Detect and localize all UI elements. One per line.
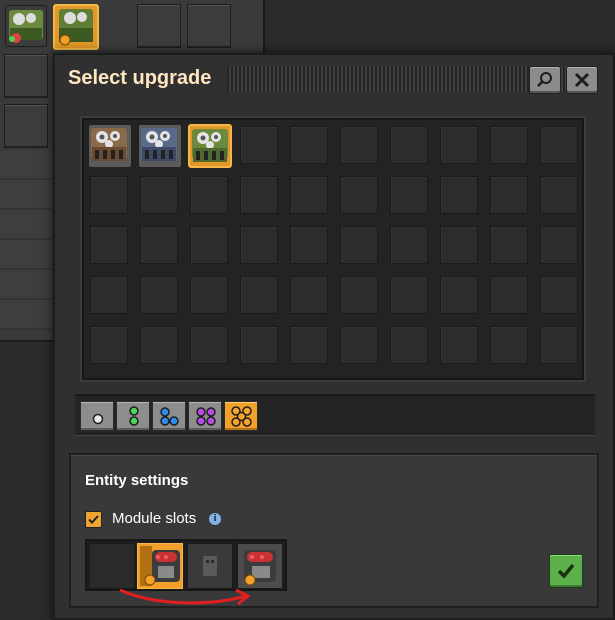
background-slot-selected[interactable] bbox=[53, 4, 99, 50]
quality-uncommon-button[interactable] bbox=[116, 401, 150, 431]
module-slots-label: Module slots bbox=[112, 510, 197, 527]
grid-slot[interactable] bbox=[90, 226, 128, 264]
grid-slot[interactable] bbox=[290, 226, 328, 264]
quality-legendary-button[interactable] bbox=[224, 401, 258, 431]
quality-legendary-icon bbox=[231, 406, 252, 427]
grid-slot[interactable] bbox=[340, 276, 378, 314]
grid-slot[interactable] bbox=[440, 176, 478, 214]
grid-slot[interactable] bbox=[490, 276, 528, 314]
grid-slot[interactable] bbox=[340, 326, 378, 364]
checkmark-icon bbox=[557, 563, 575, 579]
quality-uncommon-icon bbox=[129, 406, 139, 426]
grid-slot[interactable] bbox=[440, 226, 478, 264]
grid-slot[interactable] bbox=[240, 176, 278, 214]
grid-slot[interactable] bbox=[490, 176, 528, 214]
grid-slot[interactable] bbox=[290, 176, 328, 214]
upgrade-item-assembling-machine-2[interactable] bbox=[138, 124, 182, 168]
upgrade-item-assembling-machine-3[interactable] bbox=[188, 124, 232, 168]
grid-slot[interactable] bbox=[390, 126, 428, 164]
assembling-machine-icon bbox=[9, 10, 43, 43]
quality-rare-icon bbox=[160, 407, 179, 426]
grid-slot[interactable] bbox=[540, 276, 578, 314]
entity-settings-title: Entity settings bbox=[85, 472, 189, 489]
grid-slot[interactable] bbox=[540, 126, 578, 164]
grid-slot[interactable] bbox=[390, 326, 428, 364]
grid-slot[interactable] bbox=[390, 176, 428, 214]
grid-slot[interactable] bbox=[490, 326, 528, 364]
grid-slot[interactable] bbox=[340, 176, 378, 214]
quality-normal-icon bbox=[92, 413, 104, 425]
quality-tier-bar bbox=[75, 394, 595, 436]
info-icon[interactable]: i bbox=[209, 513, 221, 525]
grid-slot[interactable] bbox=[190, 326, 228, 364]
grid-slot[interactable] bbox=[190, 276, 228, 314]
search-icon bbox=[537, 72, 552, 87]
assembling-machine-1-icon bbox=[91, 128, 127, 161]
module-slots-checkbox[interactable] bbox=[85, 511, 102, 528]
grid-slot[interactable] bbox=[140, 176, 178, 214]
grid-slot[interactable] bbox=[90, 176, 128, 214]
background-list bbox=[0, 150, 52, 330]
grid-slot[interactable] bbox=[490, 226, 528, 264]
grid-slot[interactable] bbox=[390, 276, 428, 314]
grid-slot[interactable] bbox=[340, 226, 378, 264]
grid-slot[interactable] bbox=[440, 126, 478, 164]
grid-slot[interactable] bbox=[290, 276, 328, 314]
background-slot-item[interactable] bbox=[5, 5, 47, 47]
confirm-button[interactable] bbox=[549, 554, 583, 588]
grid-slot[interactable] bbox=[390, 226, 428, 264]
grid-slot[interactable] bbox=[240, 326, 278, 364]
upgrade-item-assembling-machine-1[interactable] bbox=[88, 124, 132, 168]
background-empty-slot[interactable] bbox=[4, 54, 48, 98]
grid-slot[interactable] bbox=[190, 226, 228, 264]
grid-slot[interactable] bbox=[240, 126, 278, 164]
grid-slot[interactable] bbox=[90, 326, 128, 364]
grid-slot[interactable] bbox=[540, 176, 578, 214]
quality-epic-icon bbox=[196, 407, 216, 426]
title-bar: Select upgrade bbox=[55, 55, 613, 105]
checkbox-checked-icon bbox=[88, 515, 99, 524]
grid-slot[interactable] bbox=[540, 326, 578, 364]
quality-epic-button[interactable] bbox=[188, 401, 222, 431]
grid-slot[interactable] bbox=[240, 226, 278, 264]
grid-slot[interactable] bbox=[90, 276, 128, 314]
search-button[interactable] bbox=[529, 66, 561, 94]
grid-slot[interactable] bbox=[540, 226, 578, 264]
grid-slot[interactable] bbox=[290, 326, 328, 364]
grid-slot[interactable] bbox=[340, 126, 378, 164]
assembling-machine-icon bbox=[59, 9, 93, 46]
grid-slot[interactable] bbox=[240, 276, 278, 314]
grid-slot[interactable] bbox=[140, 226, 178, 264]
annotation-arrow bbox=[119, 588, 251, 606]
background-empty-slot[interactable] bbox=[187, 4, 231, 48]
select-upgrade-window: Select upgrade Entity settings Module sl… bbox=[53, 53, 615, 620]
background-empty-slot[interactable] bbox=[137, 4, 181, 48]
grid-slot[interactable] bbox=[140, 276, 178, 314]
grid-slot[interactable] bbox=[190, 176, 228, 214]
quality-rare-button[interactable] bbox=[152, 401, 186, 431]
background-empty-slot[interactable] bbox=[4, 104, 48, 148]
drag-handle[interactable] bbox=[227, 66, 567, 92]
grid-slot[interactable] bbox=[290, 126, 328, 164]
close-icon bbox=[574, 72, 590, 88]
assembling-machine-3-icon bbox=[192, 129, 228, 162]
grid-slot[interactable] bbox=[440, 276, 478, 314]
grid-slot[interactable] bbox=[440, 326, 478, 364]
grid-slot[interactable] bbox=[140, 326, 178, 364]
assembling-machine-2-icon bbox=[141, 128, 177, 161]
close-button[interactable] bbox=[566, 66, 598, 94]
upgrade-grid bbox=[82, 118, 584, 380]
window-title: Select upgrade bbox=[68, 67, 212, 89]
grid-slot[interactable] bbox=[490, 126, 528, 164]
quality-normal-button[interactable] bbox=[80, 401, 114, 431]
